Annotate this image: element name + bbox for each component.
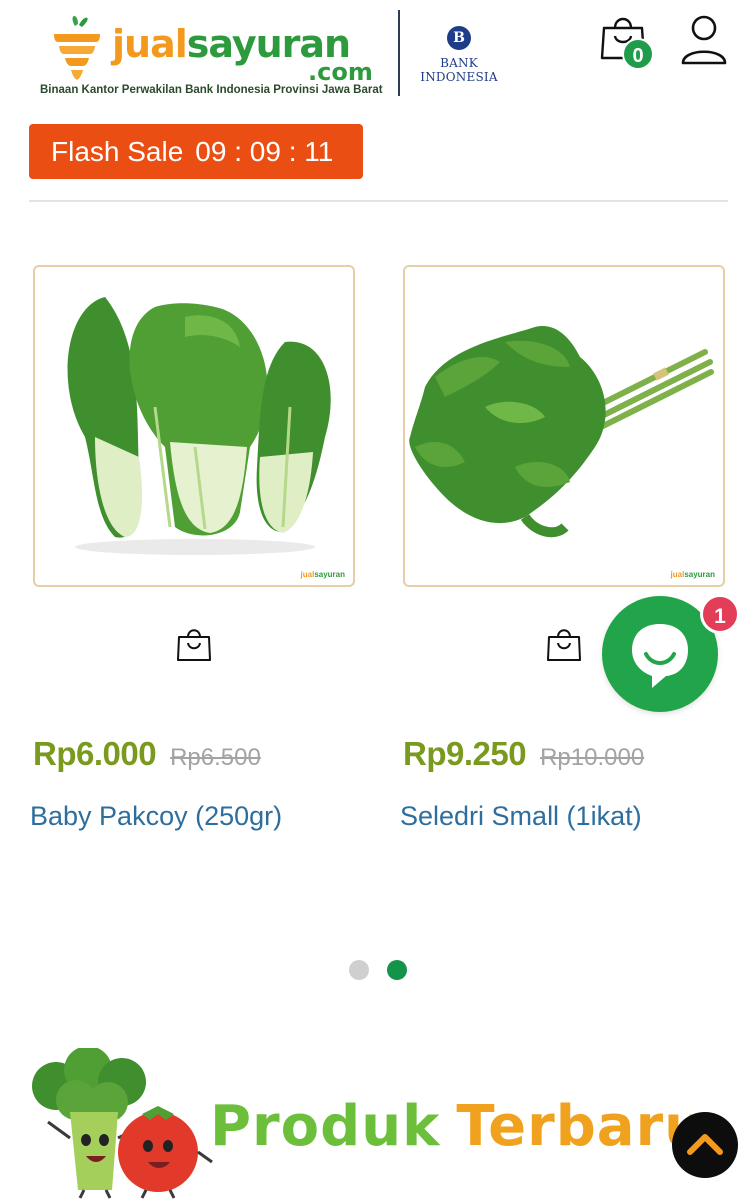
new-products-title: Produk Terbaru bbox=[210, 1094, 705, 1159]
product-watermark: jualsayuran bbox=[301, 570, 345, 579]
shopping-bag-icon bbox=[547, 629, 581, 661]
watermark-word-jual: jual bbox=[670, 570, 685, 579]
bok-choy-image bbox=[67, 297, 331, 555]
product-name-link[interactable]: Seledri Small (1ikat) bbox=[400, 801, 642, 832]
celery-image bbox=[409, 326, 714, 538]
price-row: Rp6.000 Rp6.500 bbox=[33, 735, 261, 773]
product-old-price: Rp10.000 bbox=[540, 744, 645, 771]
watermark-word-sayuran: sayuran bbox=[314, 570, 345, 579]
broccoli-tomato-mascot-icon bbox=[32, 1048, 213, 1199]
product-image[interactable]: jualsayuran bbox=[403, 265, 725, 587]
product-old-price: Rp6.500 bbox=[170, 744, 261, 771]
product-image[interactable]: jualsayuran bbox=[33, 265, 355, 587]
logo-word-jual: jual bbox=[112, 22, 188, 66]
add-to-cart-button[interactable] bbox=[545, 625, 583, 663]
price-row: Rp9.250 Rp10.000 bbox=[403, 735, 644, 773]
account-button[interactable] bbox=[680, 14, 728, 66]
product-card[interactable]: jualsayuran Rp9.250 Rp10.000 Seledri Smal… bbox=[400, 265, 725, 831]
title-word-produk: Produk bbox=[210, 1094, 441, 1159]
bank-indonesia-logo: B BANK INDONESIA bbox=[404, 26, 514, 84]
flash-sale-timer: 09 : 09 : 11 bbox=[195, 136, 334, 167]
carousel-dot-1[interactable] bbox=[349, 960, 369, 980]
product-price: Rp9.250 bbox=[403, 735, 527, 772]
user-icon bbox=[681, 15, 727, 65]
cart-button[interactable]: 0 bbox=[598, 12, 658, 72]
add-to-cart-button[interactable] bbox=[175, 625, 213, 663]
cart-count-badge: 0 bbox=[622, 38, 654, 70]
section-divider bbox=[29, 200, 728, 202]
scroll-to-top-button[interactable] bbox=[672, 1112, 738, 1178]
logo-domain: .com bbox=[308, 58, 373, 86]
header-divider bbox=[398, 10, 400, 96]
new-products-section-header: Produk Terbaru bbox=[0, 1040, 756, 1200]
product-watermark: jualsayuran bbox=[671, 570, 715, 579]
watermark-word-jual: jual bbox=[300, 570, 315, 579]
bank-indonesia-emblem-icon: B bbox=[447, 26, 471, 50]
product-card[interactable]: jualsayuran Rp6.000 Rp6.500 Baby Pakcoy (… bbox=[30, 265, 355, 831]
chat-notification-badge: 1 bbox=[700, 594, 740, 634]
bank-indonesia-label: BANK INDONESIA bbox=[420, 56, 498, 84]
shopping-bag-icon bbox=[177, 629, 211, 661]
product-name-link[interactable]: Baby Pakcoy (250gr) bbox=[30, 801, 282, 832]
carrot-logo-icon bbox=[54, 15, 100, 80]
chevron-up-icon bbox=[687, 1134, 723, 1155]
logo-tagline: Binaan Kantor Perwakilan Bank Indonesia … bbox=[40, 84, 383, 96]
carousel-dot-2[interactable] bbox=[387, 960, 407, 980]
title-word-terbaru: Terbaru bbox=[456, 1094, 706, 1159]
watermark-word-sayuran: sayuran bbox=[684, 570, 715, 579]
product-price: Rp6.000 bbox=[33, 735, 157, 772]
site-header: jualsayuran .com Binaan Kantor Perwakila… bbox=[0, 0, 756, 110]
flash-sale-label: Flash Sale bbox=[51, 136, 184, 167]
site-logo[interactable]: jualsayuran .com Binaan Kantor Perwakila… bbox=[40, 10, 390, 100]
flash-sale-banner[interactable]: Flash Sale 09 : 09 : 11 bbox=[29, 124, 363, 179]
